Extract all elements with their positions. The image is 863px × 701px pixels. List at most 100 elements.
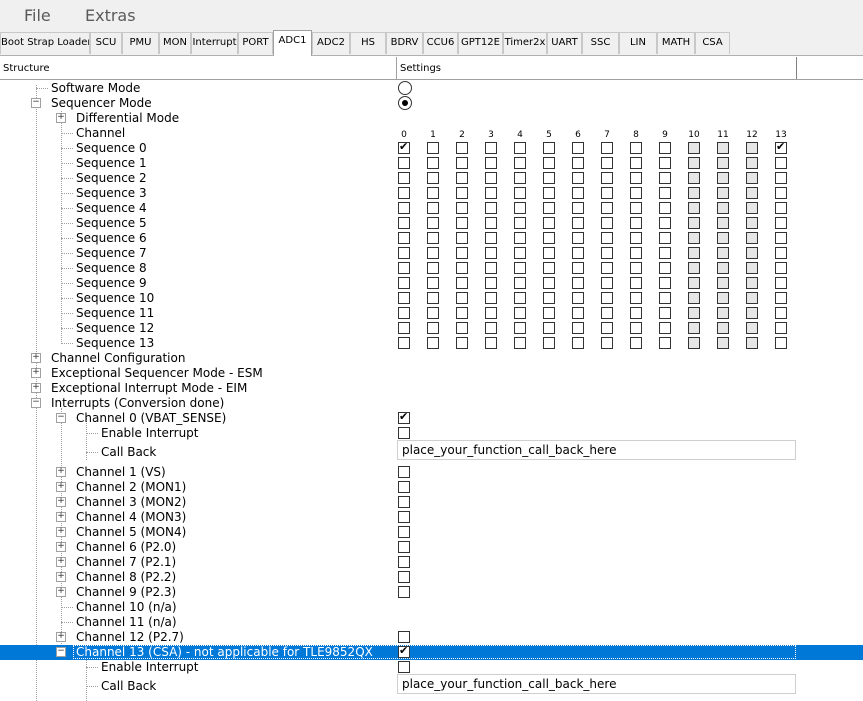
sequence-11-channel-1-checkbox[interactable]	[427, 307, 439, 319]
sequence-10-channel-6-checkbox[interactable]	[572, 292, 584, 304]
sequence-10-channel-7-checkbox[interactable]	[601, 292, 613, 304]
sequence-4-channel-2-checkbox[interactable]	[456, 202, 468, 214]
sequence-0-channel-5-checkbox[interactable]	[543, 142, 555, 154]
sequence-12-channel-13-checkbox[interactable]	[775, 322, 787, 334]
sequence-7-label[interactable]: Sequence 7	[76, 246, 147, 261]
sequence-3-channel-1-checkbox[interactable]	[427, 187, 439, 199]
sequence-0-channel-1-checkbox[interactable]	[427, 142, 439, 154]
sequence-7-channel-10-checkbox[interactable]	[688, 247, 700, 259]
sequence-12-channel-9-checkbox[interactable]	[659, 322, 671, 334]
tab-port[interactable]: PORT	[238, 32, 273, 54]
sequence-10-channel-13-checkbox[interactable]	[775, 292, 787, 304]
sequence-13-channel-8-checkbox[interactable]	[630, 337, 642, 349]
eim-expand-icon[interactable]: +	[31, 383, 41, 393]
channel-9-label[interactable]: Channel 9 (P2.3)	[76, 585, 176, 600]
differential-mode-expand-icon[interactable]: +	[56, 113, 66, 123]
sequence-4-channel-8-checkbox[interactable]	[630, 202, 642, 214]
sequence-12-channel-7-checkbox[interactable]	[601, 322, 613, 334]
channel-13-enable-interrupt-label[interactable]: Enable Interrupt	[101, 660, 199, 675]
sequence-4-channel-12-checkbox[interactable]	[746, 202, 758, 214]
sequence-8-channel-0-checkbox[interactable]	[398, 262, 410, 274]
sequence-9-channel-4-checkbox[interactable]	[514, 277, 526, 289]
sequence-12-label[interactable]: Sequence 12	[76, 321, 154, 336]
sequence-3-channel-8-checkbox[interactable]	[630, 187, 642, 199]
channel-8-label[interactable]: Channel 8 (P2.2)	[76, 570, 176, 585]
sequence-5-label[interactable]: Sequence 5	[76, 216, 147, 231]
sequence-9-channel-10-checkbox[interactable]	[688, 277, 700, 289]
sequence-13-channel-6-checkbox[interactable]	[572, 337, 584, 349]
channel-13-checkbox[interactable]: ✔	[398, 644, 410, 658]
sequence-3-channel-7-checkbox[interactable]	[601, 187, 613, 199]
sequence-4-label[interactable]: Sequence 4	[76, 201, 147, 216]
sequence-2-channel-11-checkbox[interactable]	[717, 172, 729, 184]
sequence-8-channel-8-checkbox[interactable]	[630, 262, 642, 274]
tab-scu[interactable]: SCU	[90, 32, 122, 54]
sequence-1-channel-10-checkbox[interactable]	[688, 157, 700, 169]
sequence-2-label[interactable]: Sequence 2	[76, 171, 147, 186]
sequence-12-channel-10-checkbox[interactable]	[688, 322, 700, 334]
sequence-3-channel-3-checkbox[interactable]	[485, 187, 497, 199]
sequence-3-channel-4-checkbox[interactable]	[514, 187, 526, 199]
sequence-1-channel-4-checkbox[interactable]	[514, 157, 526, 169]
sequence-10-channel-10-checkbox[interactable]	[688, 292, 700, 304]
sequence-0-channel-6-checkbox[interactable]	[572, 142, 584, 154]
header-settings[interactable]: Settings	[397, 57, 797, 79]
sequence-3-channel-12-checkbox[interactable]	[746, 187, 758, 199]
sequence-9-channel-11-checkbox[interactable]	[717, 277, 729, 289]
sequence-10-label[interactable]: Sequence 10	[76, 291, 154, 306]
channel-13-call-back-input[interactable]: place_your_function_call_back_here	[397, 674, 796, 694]
sequence-2-channel-4-checkbox[interactable]	[514, 172, 526, 184]
sequence-0-channel-0-checkbox[interactable]: ✔	[398, 140, 410, 154]
sequence-5-channel-9-checkbox[interactable]	[659, 217, 671, 229]
channel-header-label[interactable]: Channel	[76, 126, 125, 141]
sequence-9-channel-8-checkbox[interactable]	[630, 277, 642, 289]
sequence-8-channel-7-checkbox[interactable]	[601, 262, 613, 274]
sequence-6-channel-12-checkbox[interactable]	[746, 232, 758, 244]
sequence-13-channel-9-checkbox[interactable]	[659, 337, 671, 349]
tab-ssc[interactable]: SSC	[582, 32, 619, 54]
sequence-0-label[interactable]: Sequence 0	[76, 141, 147, 156]
sequence-5-channel-10-checkbox[interactable]	[688, 217, 700, 229]
sequence-3-channel-9-checkbox[interactable]	[659, 187, 671, 199]
sequence-12-channel-2-checkbox[interactable]	[456, 322, 468, 334]
channel-5-expand-icon[interactable]: +	[56, 527, 66, 537]
sequence-7-channel-7-checkbox[interactable]	[601, 247, 613, 259]
sequence-5-channel-6-checkbox[interactable]	[572, 217, 584, 229]
sequence-13-channel-13-checkbox[interactable]	[775, 337, 787, 349]
sequence-8-channel-5-checkbox[interactable]	[543, 262, 555, 274]
sequence-4-channel-4-checkbox[interactable]	[514, 202, 526, 214]
channel-8-expand-icon[interactable]: +	[56, 572, 66, 582]
sequence-2-channel-1-checkbox[interactable]	[427, 172, 439, 184]
sequence-7-channel-3-checkbox[interactable]	[485, 247, 497, 259]
sequence-10-channel-4-checkbox[interactable]	[514, 292, 526, 304]
sequence-4-channel-11-checkbox[interactable]	[717, 202, 729, 214]
sequence-9-channel-2-checkbox[interactable]	[456, 277, 468, 289]
sequence-13-channel-0-checkbox[interactable]	[398, 337, 410, 349]
sequence-6-channel-3-checkbox[interactable]	[485, 232, 497, 244]
channel-9-checkbox[interactable]	[398, 586, 410, 598]
sequence-6-channel-2-checkbox[interactable]	[456, 232, 468, 244]
sequence-11-channel-12-checkbox[interactable]	[746, 307, 758, 319]
sequence-13-channel-3-checkbox[interactable]	[485, 337, 497, 349]
channel-6-expand-icon[interactable]: +	[56, 542, 66, 552]
sequence-7-channel-6-checkbox[interactable]	[572, 247, 584, 259]
sequence-1-channel-7-checkbox[interactable]	[601, 157, 613, 169]
sequence-2-channel-3-checkbox[interactable]	[485, 172, 497, 184]
sequence-9-channel-6-checkbox[interactable]	[572, 277, 584, 289]
channel-7-checkbox[interactable]	[398, 556, 410, 568]
tab-uart[interactable]: UART	[547, 32, 582, 54]
sequence-0-channel-8-checkbox[interactable]	[630, 142, 642, 154]
sequence-8-channel-12-checkbox[interactable]	[746, 262, 758, 274]
channel-3-label[interactable]: Channel 3 (MON2)	[76, 495, 186, 510]
sequence-5-channel-3-checkbox[interactable]	[485, 217, 497, 229]
sequence-10-channel-12-checkbox[interactable]	[746, 292, 758, 304]
sequence-1-channel-13-checkbox[interactable]	[775, 157, 787, 169]
channel-1-label[interactable]: Channel 1 (VS)	[76, 465, 166, 480]
sequence-7-channel-2-checkbox[interactable]	[456, 247, 468, 259]
sequence-0-channel-2-checkbox[interactable]	[456, 142, 468, 154]
tab-interrupt[interactable]: Interrupt	[191, 32, 238, 54]
sequence-10-channel-0-checkbox[interactable]	[398, 292, 410, 304]
sequence-8-channel-11-checkbox[interactable]	[717, 262, 729, 274]
sequence-5-channel-2-checkbox[interactable]	[456, 217, 468, 229]
sequence-8-label[interactable]: Sequence 8	[76, 261, 147, 276]
